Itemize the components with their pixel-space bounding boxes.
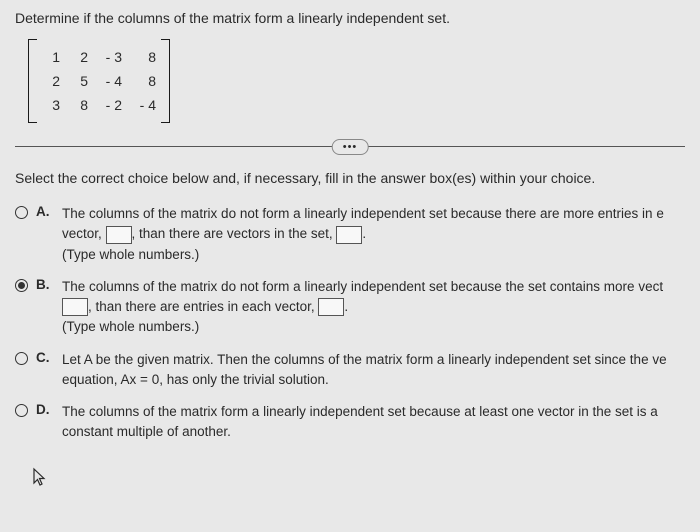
choice-text: The columns of the matrix form a linearl… bbox=[62, 402, 685, 443]
choice-a: A. The columns of the matrix do not form… bbox=[15, 198, 685, 271]
choice-d: D. The columns of the matrix form a line… bbox=[15, 396, 685, 449]
radio-a[interactable] bbox=[15, 206, 28, 219]
radio-b[interactable] bbox=[15, 279, 28, 292]
cursor-icon bbox=[32, 467, 48, 487]
choice-text: . bbox=[362, 226, 366, 241]
choice-letter: A. bbox=[36, 204, 54, 219]
answer-input-b2[interactable] bbox=[318, 298, 344, 316]
choice-text: , than there are entries in each vector, bbox=[88, 299, 318, 314]
choice-text: The columns of the matrix do not form a … bbox=[62, 206, 664, 221]
choice-text: Let A be the given matrix. Then the colu… bbox=[62, 350, 685, 391]
answer-input-a1[interactable] bbox=[106, 226, 132, 244]
divider: ••• bbox=[15, 146, 685, 147]
matrix-cell: - 4 bbox=[132, 97, 156, 113]
choice-c: C. Let A be the given matrix. Then the c… bbox=[15, 344, 685, 397]
answer-input-a2[interactable] bbox=[336, 226, 362, 244]
matrix-cell: 5 bbox=[70, 73, 88, 89]
instruction-text: Select the correct choice below and, if … bbox=[0, 155, 700, 198]
matrix-cell: 8 bbox=[70, 97, 88, 113]
matrix-cell: - 3 bbox=[98, 49, 122, 65]
matrix-cell: 2 bbox=[42, 73, 60, 89]
choice-letter: D. bbox=[36, 402, 54, 417]
radio-c[interactable] bbox=[15, 352, 28, 365]
choice-letter: C. bbox=[36, 350, 54, 365]
answer-input-b1[interactable] bbox=[62, 298, 88, 316]
expand-button[interactable]: ••• bbox=[332, 139, 369, 155]
matrix: 1 2 - 3 8 2 5 - 4 8 3 8 - 2 - 4 bbox=[0, 34, 700, 138]
matrix-row: 1 2 - 3 8 bbox=[42, 45, 156, 69]
choice-text: . bbox=[344, 299, 348, 314]
matrix-cell: 8 bbox=[132, 49, 156, 65]
choice-body: The columns of the matrix do not form a … bbox=[62, 277, 685, 338]
choice-hint: (Type whole numbers.) bbox=[62, 317, 685, 337]
matrix-cell: - 2 bbox=[98, 97, 122, 113]
choice-text: , than there are vectors in the set, bbox=[132, 226, 337, 241]
matrix-cell: - 4 bbox=[98, 73, 122, 89]
choice-text: The columns of the matrix do not form a … bbox=[62, 279, 663, 294]
choice-body: The columns of the matrix do not form a … bbox=[62, 204, 685, 265]
radio-d[interactable] bbox=[15, 404, 28, 417]
question-text: Determine if the columns of the matrix f… bbox=[0, 0, 700, 34]
choices-list: A. The columns of the matrix do not form… bbox=[0, 198, 700, 449]
matrix-row: 3 8 - 2 - 4 bbox=[42, 93, 156, 117]
choice-b: B. The columns of the matrix do not form… bbox=[15, 271, 685, 344]
choice-hint: (Type whole numbers.) bbox=[62, 245, 685, 265]
choice-letter: B. bbox=[36, 277, 54, 292]
matrix-cell: 8 bbox=[132, 73, 156, 89]
choice-text: vector, bbox=[62, 226, 106, 241]
matrix-cell: 1 bbox=[42, 49, 60, 65]
matrix-row: 2 5 - 4 8 bbox=[42, 69, 156, 93]
matrix-cell: 3 bbox=[42, 97, 60, 113]
matrix-cell: 2 bbox=[70, 49, 88, 65]
